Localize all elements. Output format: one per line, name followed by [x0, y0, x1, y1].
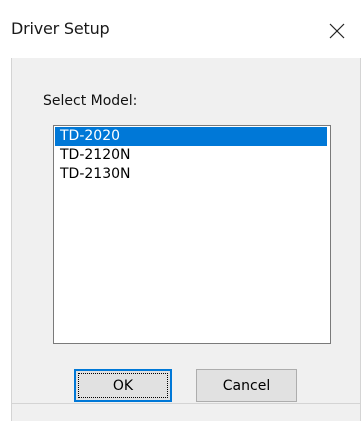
- driver-setup-dialog: Driver Setup Select Model: TD-2020 TD-21…: [0, 0, 363, 421]
- cancel-button[interactable]: Cancel: [196, 369, 297, 402]
- list-item[interactable]: TD-2120N: [55, 146, 327, 165]
- window-title: Driver Setup: [11, 19, 110, 38]
- ok-button[interactable]: OK: [74, 369, 172, 402]
- close-button[interactable]: [322, 16, 352, 46]
- cancel-button-label: Cancel: [222, 377, 271, 394]
- dialog-bottom-border: [11, 403, 361, 404]
- close-icon: [329, 23, 345, 39]
- select-model-label: Select Model:: [43, 93, 138, 109]
- focus-rectangle: [78, 373, 168, 398]
- dialog-body: Select Model: TD-2020 TD-2120N TD-2130N …: [11, 58, 361, 421]
- model-listbox[interactable]: TD-2020 TD-2120N TD-2130N: [53, 125, 331, 344]
- list-item[interactable]: TD-2020: [55, 127, 327, 146]
- list-item[interactable]: TD-2130N: [55, 165, 327, 184]
- title-bar[interactable]: Driver Setup: [0, 0, 363, 58]
